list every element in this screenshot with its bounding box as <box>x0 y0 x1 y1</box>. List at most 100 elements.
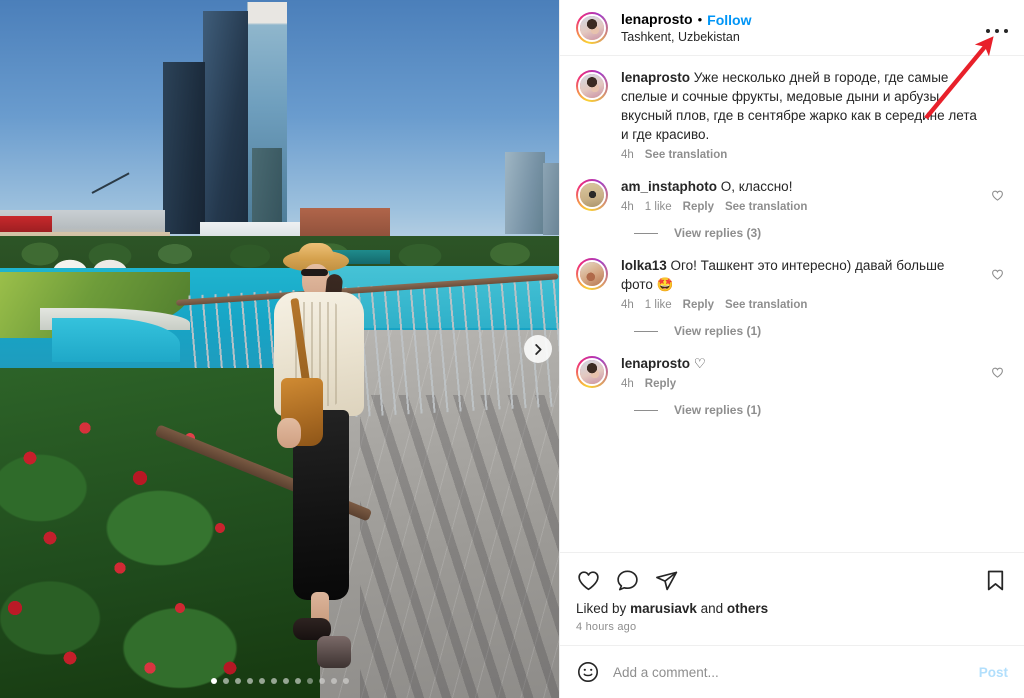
bookmark-icon[interactable] <box>983 568 1008 593</box>
liked-by-middle: and <box>700 601 724 616</box>
comment-author[interactable]: lolka13 <box>621 258 667 273</box>
emoji-smiley-icon[interactable] <box>576 660 600 684</box>
comment-time: 4h <box>621 299 634 311</box>
carousel-dot[interactable] <box>234 678 241 684</box>
comment-text: Ого! Ташкент это интересно) давай больше… <box>621 258 945 292</box>
view-replies-button[interactable]: View replies (1) <box>634 403 1008 417</box>
carousel-dots[interactable] <box>0 678 559 684</box>
carousel-dot[interactable] <box>306 678 313 684</box>
comment-see-translation[interactable]: See translation <box>725 201 807 213</box>
caption-time: 4h <box>621 149 634 161</box>
avatar-author[interactable] <box>576 12 608 44</box>
avatar-image <box>580 183 604 207</box>
comment-row: lolka13 Ого! Ташкент это интересно) дава… <box>576 256 1008 311</box>
comment-text-line: lenaprosto ♡ <box>621 354 978 373</box>
avatar-commenter[interactable] <box>576 356 608 388</box>
add-comment-input[interactable] <box>613 664 966 680</box>
chevron-right-icon <box>534 343 541 355</box>
action-bar <box>576 563 1008 597</box>
more-dot-1 <box>986 29 990 33</box>
hand <box>277 418 301 448</box>
caption-block: lenaprosto Уже несколько дней в городе, … <box>576 68 1008 161</box>
carousel-dot[interactable] <box>318 678 325 684</box>
avatar-image <box>580 16 604 40</box>
avatar-ring-inner <box>578 260 606 288</box>
post-timestamp: 4 hours ago <box>576 621 637 633</box>
caption-see-translation[interactable]: See translation <box>645 149 727 161</box>
avatar-caption-author[interactable] <box>576 70 608 102</box>
right-tower-secondary <box>543 163 559 235</box>
replies-divider-line <box>634 330 658 332</box>
comment-text: ♡ <box>693 356 706 371</box>
carousel-dot[interactable] <box>210 678 217 684</box>
comment-list: am_instaphoto О, классно! 4h 1 like Reply Se… <box>576 177 1008 417</box>
header-username-row: lenaprosto • Follow <box>621 11 751 28</box>
comment-text-line: lolka13 Ого! Ташкент это интересно) дава… <box>621 256 978 294</box>
caption-author[interactable]: lenaprosto <box>621 70 690 85</box>
sunglasses <box>301 269 328 276</box>
straw-hat-crown <box>298 243 334 261</box>
comment-like-icon[interactable] <box>991 268 1004 281</box>
view-replies-button[interactable]: View replies (3) <box>634 226 1008 240</box>
comment-author[interactable]: lenaprosto <box>621 356 690 371</box>
caption-row: lenaprosto Уже несколько дней в городе, … <box>576 68 1008 161</box>
caption-body: lenaprosto Уже несколько дней в городе, … <box>621 68 978 161</box>
red-billboard <box>0 216 52 232</box>
comment-like-count: 1 like <box>644 201 672 213</box>
share-icon[interactable] <box>654 568 679 593</box>
comment-like-icon[interactable] <box>991 366 1004 379</box>
post-header: lenaprosto • Follow Tashkent, Uzbekistan <box>560 0 1024 56</box>
right-tower <box>505 152 545 234</box>
caption-meta: 4h See translation <box>621 149 978 161</box>
comments-scroll-area[interactable]: lenaprosto Уже несколько дней в городе, … <box>560 56 1024 552</box>
liked-by-user[interactable]: marusiavk <box>630 601 697 616</box>
follow-button[interactable]: Follow <box>707 12 751 28</box>
comment-icon[interactable] <box>615 568 640 593</box>
carousel-next-button[interactable] <box>524 335 552 363</box>
carousel-dot[interactable] <box>330 678 337 684</box>
carousel-dot[interactable] <box>222 678 229 684</box>
post-location[interactable]: Tashkent, Uzbekistan <box>621 29 751 45</box>
avatar-ring-inner <box>578 358 606 386</box>
comment-meta: 4h 1 like Reply See translation <box>621 201 978 213</box>
comment-see-translation[interactable]: See translation <box>725 299 807 311</box>
comment-reply-button[interactable]: Reply <box>645 378 676 390</box>
carousel-dot[interactable] <box>342 678 349 684</box>
comment-reply-button[interactable]: Reply <box>683 299 714 311</box>
comment-body: lolka13 Ого! Ташкент это интересно) дава… <box>621 256 978 311</box>
instagram-post: lenaprosto • Follow Tashkent, Uzbekistan <box>0 0 1024 698</box>
comment-row: am_instaphoto О, классно! 4h 1 like Reply Se… <box>576 177 1008 213</box>
avatar-image <box>580 74 604 98</box>
replies-divider-line <box>634 232 658 234</box>
comment-row: lenaprosto ♡ 4h Reply <box>576 354 1008 390</box>
carousel-dot[interactable] <box>246 678 253 684</box>
person-subject <box>255 243 385 675</box>
avatar-image <box>580 360 604 384</box>
author-username[interactable]: lenaprosto <box>621 11 693 28</box>
header-text: lenaprosto • Follow Tashkent, Uzbekistan <box>621 11 751 45</box>
comment-like-icon[interactable] <box>991 189 1004 202</box>
carousel-dot[interactable] <box>270 678 277 684</box>
heart-icon[interactable] <box>576 568 601 593</box>
carousel-dot[interactable] <box>258 678 265 684</box>
replies-divider-line <box>634 409 658 411</box>
comment-meta: 4h 1 like Reply See translation <box>621 299 978 311</box>
more-dot-3 <box>1004 29 1008 33</box>
avatar-ring-inner <box>578 72 606 100</box>
comment-author[interactable]: am_instaphoto <box>621 179 717 194</box>
post-photo[interactable] <box>0 0 559 698</box>
avatar-ring-inner <box>578 14 606 42</box>
mid-tower <box>163 62 205 234</box>
shoe-right <box>317 636 351 668</box>
more-options-button[interactable] <box>986 24 1008 38</box>
avatar-commenter[interactable] <box>576 179 608 211</box>
post-comment-button[interactable]: Post <box>979 665 1008 680</box>
comment-text-line: am_instaphoto О, классно! <box>621 177 978 196</box>
carousel-dot[interactable] <box>282 678 289 684</box>
comment-reply-button[interactable]: Reply <box>683 201 714 213</box>
view-replies-button[interactable]: View replies (1) <box>634 324 1008 338</box>
avatar-commenter[interactable] <box>576 258 608 290</box>
liked-by-others[interactable]: others <box>727 601 768 616</box>
view-replies-label: View replies (1) <box>674 403 762 417</box>
carousel-dot[interactable] <box>294 678 301 684</box>
